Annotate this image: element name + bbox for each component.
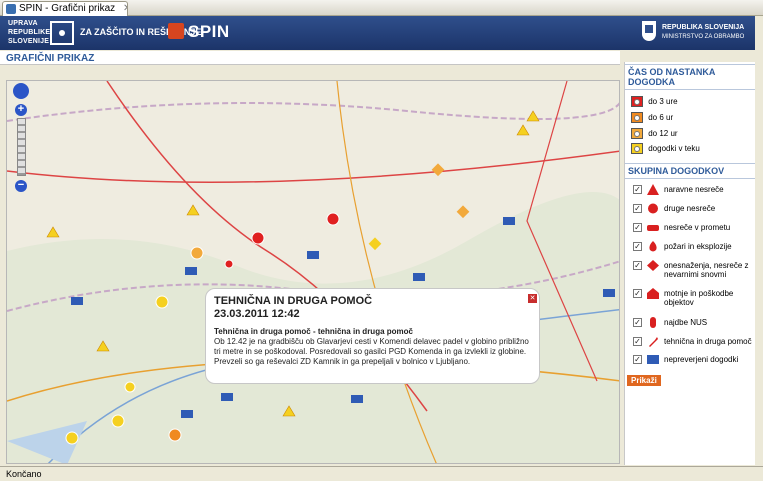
red-marker-icon — [631, 96, 643, 107]
time-heading: ČAS OD NASTANKA DOGODKA — [625, 64, 756, 90]
legend-item-12h: do 12 ur — [631, 128, 678, 142]
scrollbar[interactable] — [755, 16, 763, 466]
legend-item-6h: do 6 ur — [631, 112, 673, 126]
show-button[interactable]: Prikaži — [627, 375, 661, 386]
bomb-icon — [650, 317, 656, 328]
circle-icon — [648, 203, 658, 214]
light-orange-marker-icon — [631, 128, 643, 139]
checkbox[interactable]: ✓ — [633, 337, 642, 346]
checkbox[interactable]: ✓ — [633, 204, 642, 213]
agency-logo-icon — [50, 21, 74, 45]
spin-logo-icon — [168, 23, 184, 39]
page-title: GRAFIČNI PRIKAZ — [0, 51, 620, 65]
diamond-icon — [647, 260, 659, 271]
legend-item-3h: do 3 ure — [631, 96, 678, 110]
checkbox[interactable]: ✓ — [633, 318, 642, 327]
event-popup: ✕ TEHNIČNA IN DRUGA POMOČ 23.03.2011 12:… — [205, 288, 540, 384]
zoom-out-button[interactable]: − — [15, 180, 27, 192]
yellow-marker-icon — [631, 143, 643, 154]
house-icon — [647, 288, 659, 299]
checkbox[interactable]: ✓ — [633, 223, 642, 232]
checkbox[interactable]: ✓ — [633, 242, 642, 251]
app-name: SPIN — [188, 22, 230, 41]
legend-sidebar: ČAS OD NASTANKA DOGODKA do 3 ure do 6 ur… — [624, 62, 756, 465]
orange-marker-icon — [631, 112, 643, 123]
browser-tab-bar: SPIN - Grafični prikaz ✕ — [0, 0, 763, 16]
tab-title: SPIN - Grafični prikaz — [19, 3, 116, 14]
page-icon — [6, 4, 16, 14]
map-view[interactable] — [6, 80, 620, 464]
popup-title: TEHNIČNA IN DRUGA POMOČ — [214, 295, 373, 307]
close-icon[interactable]: ✕ — [528, 294, 537, 303]
coat-of-arms-icon — [642, 21, 656, 41]
zoom-slider[interactable] — [17, 118, 26, 176]
close-icon[interactable]: ✕ — [123, 3, 127, 14]
popup-body: Ob 12.42 je na gradbišču ob Glavarjevi c… — [214, 337, 529, 366]
fire-icon — [649, 241, 657, 252]
car-icon — [647, 225, 659, 231]
checkbox[interactable]: ✓ — [633, 185, 642, 194]
wrench-icon — [649, 337, 658, 347]
browser-tab[interactable]: SPIN - Grafični prikaz ✕ — [2, 1, 128, 16]
legend-item-ongoing: dogodki v teku — [631, 143, 700, 157]
ministry-subname: MINISTRSTVO ZA OBRAMBO — [662, 34, 745, 40]
group-heading: SKUPINA DOGODKOV — [625, 163, 756, 179]
checkbox[interactable]: ✓ — [633, 261, 642, 270]
app-header: UPRAVA REPUBLIKE SLOVENIJE ZA ZAŠČITO IN… — [0, 16, 763, 50]
popup-subtitle: Tehnična in druga pomoč - tehnična in dr… — [214, 327, 413, 336]
map-pan-control[interactable] — [13, 83, 29, 99]
checkbox[interactable]: ✓ — [633, 289, 642, 298]
map-background — [7, 81, 619, 463]
triangle-icon — [647, 184, 659, 195]
zoom-in-button[interactable]: + — [15, 104, 27, 116]
popup-date: 23.03.2011 12:42 — [214, 308, 300, 320]
checkbox[interactable]: ✓ — [633, 355, 642, 364]
pin-icon — [647, 355, 659, 364]
agency-logo-text: UPRAVA REPUBLIKE SLOVENIJE — [8, 20, 51, 45]
ministry-name: REPUBLIKA SLOVENIJA — [662, 24, 745, 31]
status-bar: Končano — [0, 466, 763, 481]
